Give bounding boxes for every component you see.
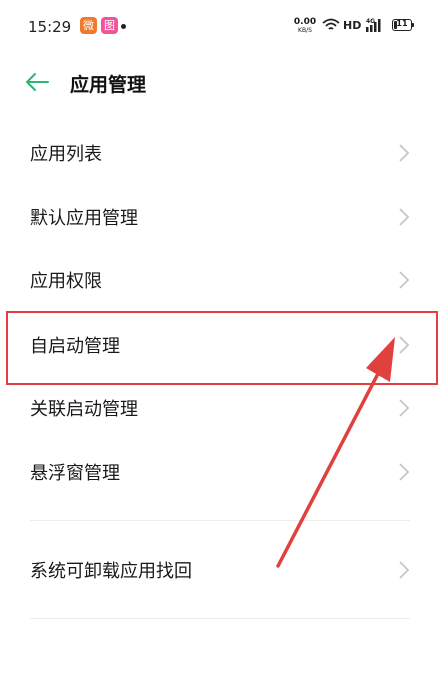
wifi-icon bbox=[322, 18, 340, 30]
chevron-right-icon bbox=[399, 463, 410, 481]
notification-app-icon: 微 bbox=[80, 17, 97, 34]
menu-item-default-apps[interactable]: 默认应用管理 bbox=[0, 186, 443, 248]
page-title: 应用管理 bbox=[70, 74, 147, 96]
signal-label: 4G bbox=[366, 18, 375, 25]
menu-item-restore-system-apps[interactable]: 系统可卸载应用找回 bbox=[0, 539, 443, 601]
status-bar: 15:29 微 图 0.00 KB/S HD 4G 11 bbox=[0, 0, 443, 54]
chevron-right-icon bbox=[399, 561, 410, 579]
menu-item-floating-window[interactable]: 悬浮窗管理 bbox=[0, 441, 443, 503]
section-divider bbox=[30, 520, 410, 521]
menu-item-label: 应用权限 bbox=[30, 271, 102, 292]
menu-item-label: 关联启动管理 bbox=[30, 399, 138, 420]
app-header: 应用管理 bbox=[0, 58, 443, 108]
notification-app-icon: 图 bbox=[101, 17, 118, 34]
chevron-right-icon bbox=[399, 271, 410, 289]
chevron-right-icon bbox=[399, 399, 410, 417]
back-arrow-icon[interactable] bbox=[24, 70, 50, 94]
chevron-right-icon bbox=[399, 208, 410, 226]
menu-item-associated-launch[interactable]: 关联启动管理 bbox=[0, 377, 443, 439]
highlight-box bbox=[6, 311, 438, 385]
notification-dot-icon bbox=[121, 24, 126, 29]
hd-indicator: HD bbox=[343, 19, 362, 32]
menu-item-label: 系统可卸载应用找回 bbox=[30, 561, 192, 582]
network-speed: 0.00 KB/S bbox=[293, 17, 317, 35]
menu-item-label: 应用列表 bbox=[30, 144, 102, 165]
battery-tip bbox=[412, 23, 414, 27]
chevron-right-icon bbox=[399, 144, 410, 162]
battery-icon: 11 bbox=[392, 19, 412, 31]
menu-item-label: 悬浮窗管理 bbox=[30, 463, 120, 484]
menu-item-label: 默认应用管理 bbox=[30, 208, 138, 229]
cellular-signal-icon: 4G bbox=[366, 18, 381, 32]
menu-item-app-permissions[interactable]: 应用权限 bbox=[0, 249, 443, 311]
status-time: 15:29 bbox=[28, 18, 72, 36]
menu-item-app-list[interactable]: 应用列表 bbox=[0, 122, 443, 184]
section-divider bbox=[30, 618, 410, 619]
